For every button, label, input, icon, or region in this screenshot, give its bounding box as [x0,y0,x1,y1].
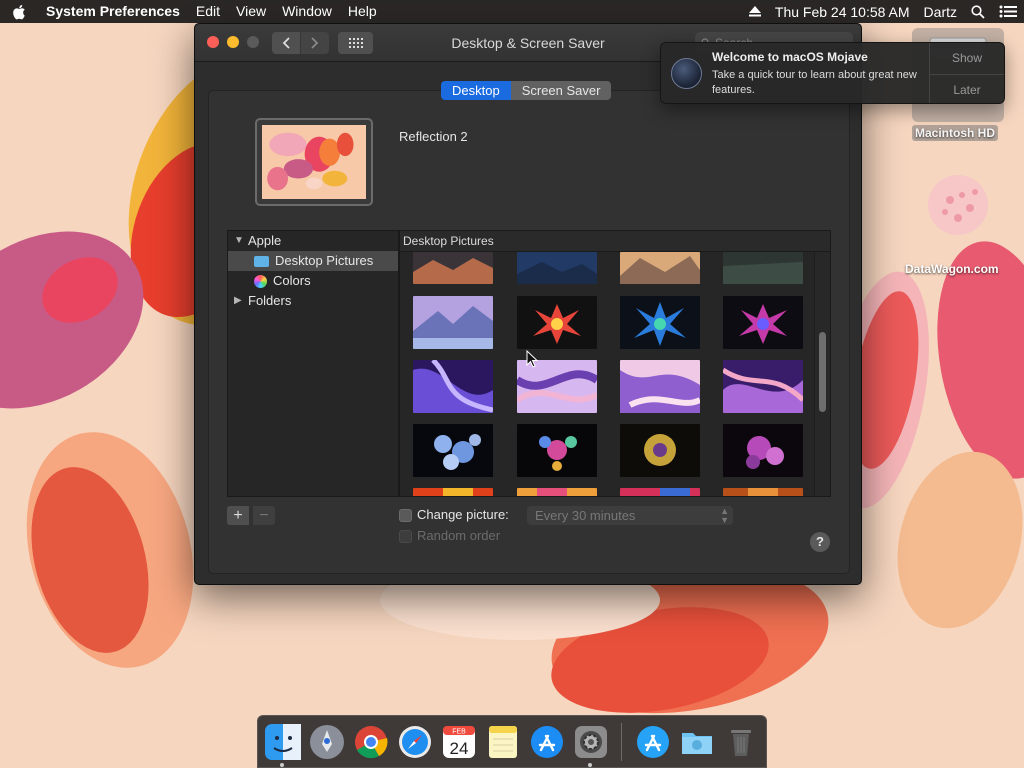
downloads-folder-icon[interactable] [678,723,715,760]
disclosure-closed-icon[interactable]: ▶ [234,291,248,311]
notification-title: Welcome to macOS Mojave [712,50,868,64]
chrome-icon[interactable] [352,723,389,760]
dock: FEB 24 [257,715,767,768]
macos-mojave-icon [671,58,702,89]
app-store-icon[interactable] [528,723,565,760]
source-apple[interactable]: ▼ Apple [228,231,398,251]
help-button[interactable]: ? [810,532,830,552]
wallpaper-thumbnail[interactable] [620,296,700,349]
wallpaper-thumbnail[interactable] [723,424,803,477]
random-order-label: Random order [417,528,501,543]
pictures-header: Desktop Pictures [400,231,830,252]
system-preferences-window: Desktop & Screen Saver Search Desktop Sc… [194,23,862,585]
wallpaper-thumbnail[interactable] [723,252,803,284]
menubar-clock[interactable]: Thu Feb 24 10:58 AM [768,4,917,20]
notes-icon[interactable] [484,723,521,760]
menu-edit[interactable]: Edit [188,0,228,23]
wallpaper-thumbnail[interactable] [413,360,493,413]
wallpaper-thumbnail[interactable] [517,296,597,349]
macintosh-hd-label[interactable]: Macintosh HD [912,125,999,141]
notification-actions: Show Later [929,43,1004,103]
source-label: Colors [273,273,311,288]
calendar-icon[interactable]: FEB 24 [440,723,477,760]
pictures-grid: Desktop Pictures [399,230,831,497]
app-store-installer-icon[interactable] [634,723,671,760]
menu-help[interactable]: Help [340,0,385,23]
tab-screen-saver[interactable]: Screen Saver [510,81,612,100]
wallpaper-thumbnail[interactable] [620,424,700,477]
color-wheel-icon [254,274,267,288]
eject-icon[interactable] [742,6,768,17]
pictures-scrollbar[interactable] [814,252,830,496]
source-desktop-pictures[interactable]: Desktop Pictures [228,251,398,271]
wallpaper-thumbnail[interactable] [413,488,493,497]
app-menu[interactable]: System Preferences [38,0,188,23]
random-order-checkbox [399,530,412,543]
show-button[interactable]: Show [930,43,1004,74]
scrollbar-thumb[interactable] [819,332,826,412]
current-wallpaper-preview [255,118,373,206]
wallpaper-thumbnail[interactable] [620,488,700,497]
finder-icon[interactable] [264,723,301,767]
wallpaper-thumbnail[interactable] [723,488,803,497]
interval-popup: Every 30 minutes ▲ ▼ [527,506,733,525]
wallpaper-thumbnail[interactable] [413,252,493,284]
source-label: Desktop Pictures [275,253,374,268]
mouse-cursor-icon [526,350,538,368]
source-colors[interactable]: Colors [228,271,398,291]
trash-icon[interactable] [722,723,759,760]
tab-bar: Desktop Screen Saver [441,81,612,100]
notification-banner[interactable]: Welcome to macOS Mojave Take a quick tou… [660,42,1005,104]
calendar-month-text: FEB [452,728,466,735]
add-folder-button[interactable]: + [227,506,249,525]
wallpaper-thumbnail[interactable] [620,360,700,413]
system-preferences-icon[interactable] [572,723,609,767]
menu-bar: System Preferences Edit View Window Help… [0,0,1024,23]
interval-value: Every 30 minutes [535,508,636,523]
calendar-day-text: 24 [449,739,468,758]
remove-folder-button: − [253,506,275,525]
safari-icon[interactable] [396,723,433,760]
launchpad-icon[interactable] [308,723,345,760]
wallpaper-thumbnail[interactable] [723,296,803,349]
wallpaper-thumbnail[interactable] [517,424,597,477]
wallpaper-thumbnail[interactable] [517,488,597,497]
wallpaper-thumbnail[interactable] [413,424,493,477]
wallpaper-thumbnail[interactable] [517,252,597,284]
current-wallpaper-name: Reflection 2 [399,129,468,144]
wallpaper-thumbnail[interactable] [413,296,493,349]
dock-separator [621,722,622,761]
tab-desktop[interactable]: Desktop [441,81,511,100]
disclosure-open-icon[interactable]: ▼ [234,231,248,251]
menu-view[interactable]: View [228,0,274,23]
change-picture-label[interactable]: Change picture: [417,507,509,522]
popup-arrows-icon: ▲ ▼ [720,505,729,525]
folder-icon [254,255,269,267]
later-button[interactable]: Later [930,74,1004,105]
source-folders[interactable]: ▶ Folders [228,291,398,311]
menu-window[interactable]: Window [274,0,340,23]
apple-menu-icon[interactable] [0,4,38,20]
change-picture-checkbox[interactable] [399,509,412,522]
wallpaper-thumbnail[interactable] [723,360,803,413]
user-menu[interactable]: Dartz [917,4,964,20]
spotlight-search-icon[interactable] [964,4,992,19]
notification-body: Take a quick tour to learn about great n… [712,69,917,96]
sources-list: ▼ Apple Desktop Pictures Colors ▶ Folder… [227,230,399,497]
source-label: Apple [248,233,282,248]
wallpaper-thumbnail[interactable] [620,252,700,284]
watermark-text: DataWagon.com [905,262,999,276]
notification-center-icon[interactable] [992,5,1024,18]
source-label: Folders [248,293,292,308]
